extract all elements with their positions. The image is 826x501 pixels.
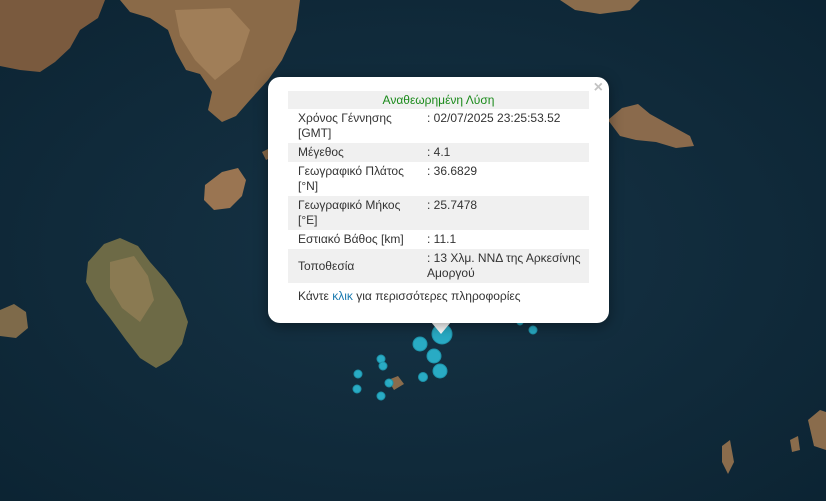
quake-marker[interactable] [378,361,388,371]
row-value-origin-time: : 02/07/2025 23:25:53.52 [427,111,561,125]
quake-marker[interactable] [352,384,362,394]
quake-marker[interactable] [376,391,386,401]
close-icon[interactable]: × [594,80,603,96]
row-label-longitude: Γεωγραφικό Μήκος [°E] [288,196,423,230]
row-value-latitude: : 36.6829 [427,164,478,178]
quake-marker[interactable] [418,372,428,382]
quake-marker[interactable] [353,369,363,379]
earthquake-popup: × Αναθεωρημένη Λύση Χρόνος Γέννησης [GMT… [268,77,609,323]
more-info-suffix: για περισσότερες πληροφορίες [356,289,521,303]
row-value-depth: : 11.1 [427,232,457,246]
quake-marker[interactable] [412,336,428,352]
row-value-location: : 13 Χλμ. ΝΝΔ της Αρκεσίνης Αμοργού [423,249,589,283]
row-value-magnitude: : 4.1 [423,143,589,162]
popup-title: Αναθεωρημένη Λύση [288,91,589,109]
row-label-latitude: Γεωγραφικό Πλάτος [°N] [298,164,404,193]
more-info-prefix: Κάντε [298,289,329,303]
quake-marker[interactable] [528,325,538,335]
row-label-origin-time: Χρόνος Γέννησης [GMT] [298,111,392,140]
quake-info-table: Αναθεωρημένη Λύση Χρόνος Γέννησης [GMT] … [288,91,589,283]
popup-tip [431,322,451,334]
quake-marker[interactable] [384,378,394,388]
row-label-location: Τοποθεσία [288,249,423,283]
row-value-longitude: : 25.7478 [423,196,589,230]
more-info-link[interactable]: κλικ [332,289,353,303]
row-label-depth: Εστιακό Βάθος [km] [298,232,404,246]
row-label-magnitude: Μέγεθος [288,143,423,162]
more-info-line: Κάντε κλικ για περισσότερες πληροφορίες [288,289,589,303]
quake-marker[interactable] [426,348,442,364]
quake-marker[interactable] [432,363,448,379]
